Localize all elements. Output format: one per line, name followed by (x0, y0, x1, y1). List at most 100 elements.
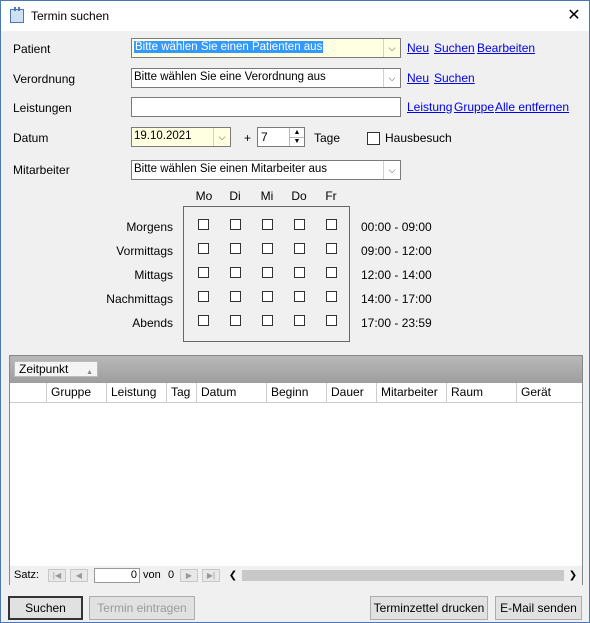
slot-checkbox[interactable] (326, 267, 337, 278)
slot-checkbox[interactable] (230, 243, 241, 254)
first-record-icon[interactable]: |◀ (48, 569, 66, 582)
slot-checkbox[interactable] (262, 315, 273, 326)
slot-checkbox[interactable] (262, 243, 273, 254)
day-di: Di (229, 189, 241, 203)
slot-checkbox[interactable] (294, 219, 305, 230)
next-record-icon[interactable]: ▶ (180, 569, 198, 582)
slot-checkbox[interactable] (326, 243, 337, 254)
chevron-down-icon[interactable]: ⌵ (383, 161, 400, 179)
scroll-left-icon[interactable]: ❮ (226, 568, 240, 583)
mitarbeiter-label: Mitarbeiter (13, 163, 70, 177)
patient-select-value: Bitte wählen Sie einen Patienten aus (134, 41, 324, 53)
day-mo: Mo (195, 189, 213, 203)
slot-checkbox[interactable] (198, 315, 209, 326)
col-mitarbeiter[interactable]: Mitarbeiter (376, 383, 446, 402)
time-morgens: 00:00 - 09:00 (361, 220, 432, 234)
alle-entfernen-link[interactable]: Alle entfernen (495, 100, 569, 114)
datum-picker[interactable]: 19.10.2021 ⌵ (131, 127, 231, 147)
leistungen-field[interactable] (131, 97, 401, 117)
tage-label: Tage (314, 131, 341, 145)
col-leistung[interactable]: Leistung (106, 383, 166, 402)
period-nachmittags: Nachmittags (106, 292, 173, 306)
close-button[interactable]: ✕ (559, 1, 589, 31)
hausbesuch-checkbox[interactable] (367, 132, 380, 145)
days-value: 7 (261, 130, 268, 144)
group-by-tag[interactable]: Zeitpunkt ▲ (14, 361, 98, 377)
satz-label: Satz: (14, 569, 40, 581)
group-by-label: Zeitpunkt (19, 362, 69, 376)
calendar-icon (10, 7, 24, 23)
slot-checkbox[interactable] (198, 219, 209, 230)
period-abends: Abends (132, 316, 173, 330)
last-record-icon[interactable]: ▶| (202, 569, 220, 582)
col-dauer[interactable]: Dauer (326, 383, 376, 402)
verordnung-label: Verordnung (13, 72, 76, 86)
slot-checkbox[interactable] (262, 219, 273, 230)
window-title: Termin suchen (31, 9, 110, 23)
hausbesuch-label: Hausbesuch (385, 131, 452, 145)
slot-checkbox[interactable] (262, 267, 273, 278)
results-grid: Zeitpunkt ▲ Gruppe Leistung Tag Datum Be… (9, 355, 583, 585)
gruppe-link[interactable]: Gruppe (454, 100, 494, 114)
col-datum[interactable]: Datum (196, 383, 266, 402)
scroll-right-icon[interactable]: ❯ (566, 568, 580, 583)
patient-label: Patient (13, 42, 51, 56)
verordnung-select-value: Bitte wählen Sie eine Verordnung aus (134, 71, 326, 83)
slot-checkbox[interactable] (326, 315, 337, 326)
slot-checkbox[interactable] (230, 315, 241, 326)
suchen-button[interactable]: Suchen (8, 596, 83, 620)
group-panel: Zeitpunkt ▲ (10, 356, 582, 383)
time-nachmittags: 14:00 - 17:00 (361, 292, 432, 306)
title-bar: Termin suchen ✕ (1, 1, 589, 31)
chevron-down-icon[interactable]: ⌵ (213, 128, 230, 146)
mitarbeiter-select-value: Bitte wählen Sie einen Mitarbeiter aus (134, 163, 328, 175)
record-navigator: Satz: |◀ ◀ 0 von 0 ▶ ▶| ❮ ❯ (10, 566, 582, 585)
terminzettel-drucken-button[interactable]: Terminzettel drucken (370, 596, 488, 620)
time-mittags: 12:00 - 14:00 (361, 268, 432, 282)
patient-new-link[interactable]: Neu (407, 41, 429, 55)
slot-checkbox[interactable] (326, 291, 337, 302)
slot-checkbox[interactable] (294, 315, 305, 326)
patient-search-link[interactable]: Suchen (434, 41, 475, 55)
slot-checkbox[interactable] (198, 291, 209, 302)
col-raum[interactable]: Raum (446, 383, 516, 402)
slot-checkbox[interactable] (326, 219, 337, 230)
slot-checkbox[interactable] (262, 291, 273, 302)
chevron-down-icon[interactable]: ⌵ (383, 39, 400, 57)
patient-edit-link[interactable]: Bearbeiten (477, 41, 535, 55)
column-headers: Gruppe Leistung Tag Datum Beginn Dauer M… (10, 383, 582, 403)
time-vormittags: 09:00 - 12:00 (361, 244, 432, 258)
stepper-down-icon[interactable]: ▼ (289, 137, 304, 146)
slot-checkbox[interactable] (198, 267, 209, 278)
total-records: 0 (168, 569, 175, 581)
verordnung-select[interactable]: Bitte wählen Sie eine Verordnung aus ⌵ (131, 68, 401, 88)
email-senden-button[interactable]: E-Mail senden (495, 596, 582, 620)
datum-label: Datum (13, 131, 49, 145)
slot-checkbox[interactable] (230, 291, 241, 302)
col-tag[interactable]: Tag (166, 383, 196, 402)
chevron-down-icon[interactable]: ⌵ (383, 69, 400, 87)
days-stepper[interactable]: 7 ▲ ▼ (257, 127, 305, 147)
col-geraet[interactable]: Gerät (516, 383, 582, 402)
verordnung-new-link[interactable]: Neu (407, 71, 429, 85)
prev-record-icon[interactable]: ◀ (70, 569, 88, 582)
leistungen-label: Leistungen (13, 101, 72, 115)
slot-checkbox[interactable] (230, 219, 241, 230)
slot-checkbox[interactable] (294, 291, 305, 302)
mitarbeiter-select[interactable]: Bitte wählen Sie einen Mitarbeiter aus ⌵ (131, 160, 401, 180)
leistung-link[interactable]: Leistung (407, 100, 452, 114)
termin-eintragen-button[interactable]: Termin eintragen (89, 596, 195, 620)
col-beginn[interactable]: Beginn (266, 383, 326, 402)
col-gruppe[interactable]: Gruppe (46, 383, 106, 402)
patient-select[interactable]: Bitte wählen Sie einen Patienten aus ⌵ (131, 38, 401, 58)
horizontal-scrollbar[interactable] (242, 570, 564, 581)
termin-suchen-dialog: Termin suchen ✕ Patient Bitte wählen Sie… (0, 0, 590, 623)
slot-checkbox[interactable] (198, 243, 209, 254)
time-abends: 17:00 - 23:59 (361, 316, 432, 330)
day-mi: Mi (260, 189, 274, 203)
record-number-input[interactable]: 0 (94, 568, 140, 583)
verordnung-search-link[interactable]: Suchen (434, 71, 475, 85)
slot-checkbox[interactable] (230, 267, 241, 278)
slot-checkbox[interactable] (294, 267, 305, 278)
slot-checkbox[interactable] (294, 243, 305, 254)
